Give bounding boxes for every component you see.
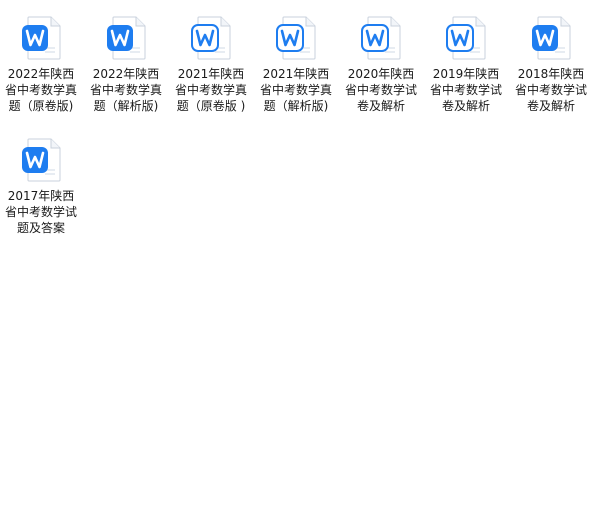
file-item[interactable]: 2022年陕西省中考数学真题（原卷版) — [4, 4, 78, 114]
file-name: 2018年陕西省中考数学试卷及解析 — [514, 67, 587, 113]
file-item[interactable]: 2021年陕西省中考数学真题（原卷版 ) — [174, 4, 248, 114]
wps-writer-doc-icon — [21, 16, 61, 60]
file-name: 2021年陕西省中考数学真题（原卷版 ) — [174, 67, 247, 113]
file-item[interactable]: 2018年陕西省中考数学试卷及解析 — [514, 4, 588, 114]
file-name: 2022年陕西省中考数学真题（原卷版) — [4, 67, 77, 113]
file-item[interactable]: 2019年陕西省中考数学试卷及解析 — [429, 4, 503, 114]
wps-writer-doc-icon — [361, 16, 401, 60]
file-grid: 2022年陕西省中考数学真题（原卷版) 2022年陕西省中考数学真题（解析版) — [0, 0, 603, 532]
file-item[interactable]: 2021年陕西省中考数学真题（解析版) — [259, 4, 333, 114]
file-item[interactable]: 2017年陕西省中考数学试题及答案 — [4, 126, 78, 236]
wps-writer-doc-icon — [446, 16, 486, 60]
file-name: 2022年陕西省中考数学真题（解析版) — [89, 67, 162, 113]
wps-writer-doc-icon — [191, 16, 231, 60]
wps-writer-doc-icon — [276, 16, 316, 60]
wps-writer-doc-icon — [531, 16, 571, 60]
wps-writer-doc-icon — [21, 138, 61, 182]
file-name: 2020年陕西省中考数学试卷及解析 — [344, 67, 417, 113]
file-name: 2019年陕西省中考数学试卷及解析 — [429, 67, 502, 113]
file-item[interactable]: 2022年陕西省中考数学真题（解析版) — [89, 4, 163, 114]
file-item[interactable]: 2020年陕西省中考数学试卷及解析 — [344, 4, 418, 114]
wps-writer-doc-icon — [106, 16, 146, 60]
file-name: 2017年陕西省中考数学试题及答案 — [4, 189, 77, 235]
file-name: 2021年陕西省中考数学真题（解析版) — [259, 67, 332, 113]
